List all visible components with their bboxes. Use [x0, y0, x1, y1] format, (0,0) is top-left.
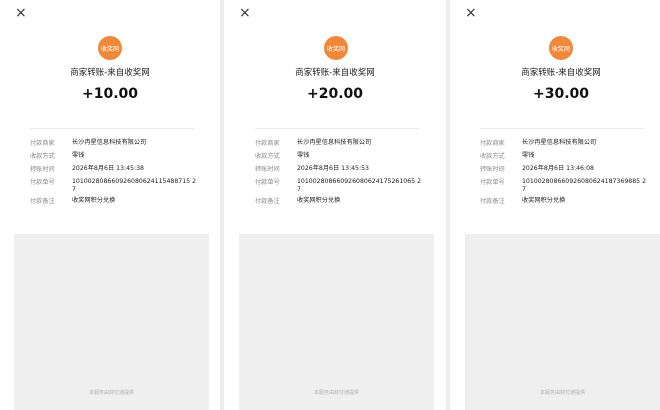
transfer-title: 商家转账-来自收奖网 [521, 68, 601, 78]
detail-value: 零钱 [522, 152, 535, 159]
detail-list: 付款商家 长沙冉星信息科技有限公司 收款方式 零钱 转账时间 2026年8月6日 13… [480, 139, 652, 210]
detail-row-remark: 付款备注 收奖网积分兑换 [480, 197, 652, 206]
detail-label: 收款方式 [30, 153, 55, 160]
detail-row-order: 付款单号 101002808660926080624175261065 27 [255, 178, 427, 193]
detail-label: 付款商家 [255, 140, 280, 147]
detail-value: 收奖网积分兑换 [522, 197, 566, 205]
divider [480, 128, 644, 129]
transfer-amount: +20.00 [306, 86, 363, 102]
merchant-logo: 收奖网 [98, 36, 122, 60]
detail-row-method: 收款方式 零钱 [30, 152, 200, 161]
detail-value[interactable]: 101002808660926080624187369885 27 [522, 178, 648, 193]
detail-value: 2026年8月6日 13:46:08 [522, 165, 594, 172]
ad-placeholder[interactable]: 本服务由财付通提供 [239, 234, 434, 410]
transfer-amount: +30.00 [532, 86, 589, 102]
detail-row-order: 付款单号 101002808660926080624115488715 27 [30, 178, 200, 193]
merchant-logo: 收奖网 [324, 36, 348, 60]
detail-value: 长沙冉星信息科技有限公司 [297, 139, 372, 146]
merchant-logo: 收奖网 [549, 36, 573, 60]
detail-label: 付款单号 [255, 179, 280, 186]
detail-label: 收款方式 [480, 153, 505, 160]
detail-row-merchant: 付款商家 长沙冉星信息科技有限公司 [255, 139, 427, 148]
detail-label: 付款单号 [30, 179, 55, 186]
detail-value: 长沙冉星信息科技有限公司 [522, 139, 597, 146]
detail-row-remark: 付款备注 收奖网积分兑换 [30, 197, 200, 206]
close-icon[interactable]: × [239, 5, 251, 21]
detail-label: 付款单号 [480, 179, 505, 186]
detail-row-order: 付款单号 101002808660926080624187369885 27 [480, 178, 652, 193]
detail-row-method: 收款方式 零钱 [255, 152, 427, 161]
detail-label: 收款方式 [255, 153, 280, 160]
service-note: 本服务由财付通提供 [539, 390, 585, 396]
detail-row-time: 转账时间 2026年8月6日 13:45:38 [30, 165, 200, 174]
ad-placeholder[interactable]: 本服务由财付通提供 [14, 234, 209, 410]
ad-placeholder[interactable]: 本服务由财付通提供 [465, 234, 660, 410]
detail-label: 付款备注 [30, 198, 55, 206]
detail-label: 付款商家 [480, 140, 505, 147]
detail-label: 付款商家 [30, 140, 55, 147]
detail-row-remark: 付款备注 收奖网积分兑换 [255, 197, 427, 206]
detail-value[interactable]: 101002808660926080624115488715 27 [72, 178, 198, 193]
transfer-title: 商家转账-来自收奖网 [295, 68, 375, 78]
transfer-detail-panel-3: × 收奖网 商家转账-来自收奖网 +30.00 付款商家 长沙冉星信息科技有限公司… [450, 0, 660, 410]
detail-value: 长沙冉星信息科技有限公司 [72, 139, 147, 146]
detail-value: 零钱 [297, 152, 310, 159]
detail-value: 收奖网积分兑换 [72, 197, 116, 205]
detail-value[interactable]: 101002808660926080624175261065 27 [297, 178, 423, 193]
detail-list: 付款商家 长沙冉星信息科技有限公司 收款方式 零钱 转账时间 2026年8月6日 13… [255, 139, 427, 210]
detail-value: 零钱 [72, 152, 85, 159]
detail-list: 付款商家 长沙冉星信息科技有限公司 收款方式 零钱 转账时间 2026年8月6日 13… [30, 139, 200, 210]
transfer-amount: +10.00 [81, 86, 138, 102]
service-note: 本服务由财付通提供 [313, 390, 359, 396]
detail-label: 付款备注 [480, 198, 505, 206]
detail-value: 2026年8月6日 13:45:53 [297, 165, 369, 172]
divider [30, 128, 194, 129]
detail-value: 2026年8月6日 13:45:38 [72, 165, 144, 172]
detail-row-method: 收款方式 零钱 [480, 152, 652, 161]
detail-label: 转账时间 [30, 166, 55, 173]
transfer-title: 商家转账-来自收奖网 [70, 68, 150, 78]
detail-row-time: 转账时间 2026年8月6日 13:46:08 [480, 165, 652, 174]
detail-label: 转账时间 [255, 166, 280, 173]
detail-value: 收奖网积分兑换 [297, 197, 341, 205]
detail-row-merchant: 付款商家 长沙冉星信息科技有限公司 [30, 139, 200, 148]
divider [255, 128, 419, 129]
detail-label: 付款备注 [255, 198, 280, 206]
close-icon[interactable]: × [15, 5, 27, 21]
close-icon[interactable]: × [465, 5, 477, 21]
detail-row-merchant: 付款商家 长沙冉星信息科技有限公司 [480, 139, 652, 148]
detail-label: 转账时间 [480, 166, 505, 173]
detail-row-time: 转账时间 2026年8月6日 13:45:53 [255, 165, 427, 174]
transfer-detail-panel-2: × 收奖网 商家转账-来自收奖网 +20.00 付款商家 长沙冉星信息科技有限公司… [224, 0, 446, 410]
transfer-detail-panel-1: × 收奖网 商家转账-来自收奖网 +10.00 付款商家 长沙冉星信息科技有限公司… [0, 0, 220, 410]
service-note: 本服务由财付通提供 [88, 390, 134, 396]
